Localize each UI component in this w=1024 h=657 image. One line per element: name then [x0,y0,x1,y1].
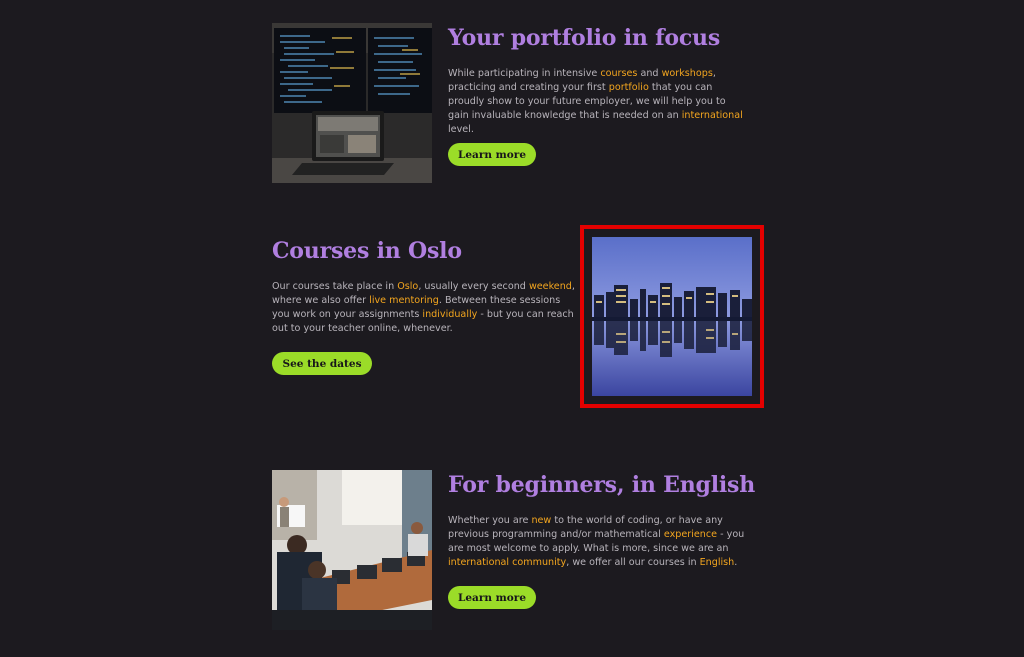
text-run: . [734,557,738,568]
highlighted-term: weekend [528,281,572,292]
section-title: For beginners, in English [448,472,755,498]
text-run: , usually every second [418,281,529,292]
classroom-photo [272,470,432,630]
section-text: Our courses take place in Oslo, usually … [272,280,577,336]
text-run: While participating in intensive [448,68,601,79]
see-the-dates-button[interactable]: See the dates [272,352,372,375]
highlighted-term: live mentoring [369,295,439,306]
oslo-skyline-photo [592,237,752,396]
text-run: Whether you are [448,515,532,526]
section-text: While participating in intensive courses… [448,67,748,137]
highlighted-term: Oslo [397,281,419,292]
highlighted-term: courses [600,68,638,79]
highlighted-term: international [681,110,743,121]
focused-image-frame[interactable] [580,225,764,408]
section-text: Whether you are new to the world of codi… [448,514,753,570]
highlighted-term: international community [448,557,567,568]
highlighted-term: English [699,557,735,568]
learn-more-button[interactable]: Learn more [448,586,536,609]
highlighted-term: workshops [661,68,713,79]
text-run: , we offer all our courses in [566,557,700,568]
learn-more-button[interactable]: Learn more [448,143,536,166]
section-title: Your portfolio in focus [448,25,721,51]
monitors-laptop-photo [272,23,432,183]
text-run: level. [448,124,474,135]
highlighted-term: experience [663,529,718,540]
text-run: and [637,68,662,79]
section-title: Courses in Oslo [272,238,462,264]
text-run: Our courses take place in [272,281,398,292]
highlighted-term: individually [422,309,478,320]
highlighted-term: portfolio [608,82,649,93]
highlighted-term: new [531,515,552,526]
